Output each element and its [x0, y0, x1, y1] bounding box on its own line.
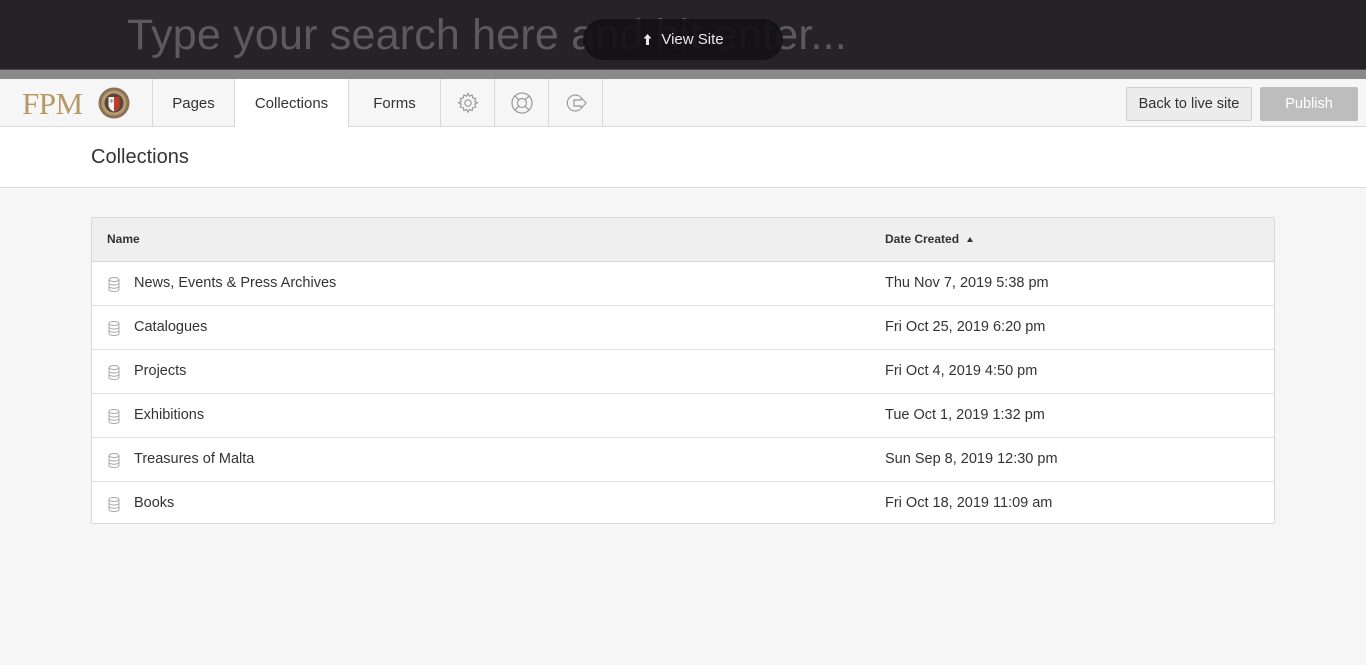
table-row[interactable]: Exhibitions Tue Oct 1, 2019 1:32 pm	[92, 394, 1274, 438]
view-site-button[interactable]: View Site	[583, 19, 783, 60]
date-created: Fri Oct 4, 2019 4:50 pm	[885, 363, 1038, 379]
collection-name-link[interactable]: Books	[134, 495, 174, 511]
settings-button[interactable]	[441, 79, 495, 127]
database-icon	[108, 277, 120, 292]
table-row[interactable]: Projects Fri Oct 4, 2019 4:50 pm	[92, 350, 1274, 394]
arrow-up-icon	[643, 34, 652, 45]
collection-name-link[interactable]: Treasures of Malta	[134, 451, 254, 467]
logout-icon	[566, 94, 587, 112]
date-created: Fri Oct 18, 2019 11:09 am	[885, 495, 1053, 511]
column-header-label: Date Created	[885, 232, 960, 246]
column-header-name[interactable]: Name	[107, 232, 140, 246]
date-created: Sun Sep 8, 2019 12:30 pm	[885, 451, 1058, 467]
logo[interactable]: FPM	[0, 79, 153, 127]
page-title: Collections	[91, 146, 189, 168]
date-created: Thu Nov 7, 2019 5:38 pm	[885, 275, 1049, 291]
date-created: Tue Oct 1, 2019 1:32 pm	[885, 407, 1045, 423]
database-icon	[108, 497, 120, 512]
logout-button[interactable]	[549, 79, 603, 127]
tab-forms[interactable]: Forms	[349, 79, 441, 127]
help-button[interactable]	[495, 79, 549, 127]
tab-collections[interactable]: Collections	[235, 79, 349, 128]
gear-icon	[456, 92, 479, 114]
table-row[interactable]: Treasures of Malta Sun Sep 8, 2019 12:30…	[92, 438, 1274, 482]
back-to-live-site-button[interactable]: Back to live site	[1126, 87, 1252, 121]
lifebuoy-icon	[510, 92, 533, 114]
tab-label: Collections	[254, 95, 329, 112]
collection-name-link[interactable]: Projects	[134, 363, 186, 379]
collection-name-link[interactable]: News, Events & Press Archives	[134, 275, 336, 291]
table-row[interactable]: Catalogues Fri Oct 25, 2019 6:20 pm	[92, 306, 1274, 350]
date-created: Fri Oct 25, 2019 6:20 pm	[885, 319, 1046, 335]
tab-pages[interactable]: Pages	[153, 79, 235, 127]
collection-name-link[interactable]: Catalogues	[134, 319, 207, 335]
tab-label: Forms	[373, 94, 416, 112]
table-row[interactable]: Books Fri Oct 18, 2019 11:09 am	[92, 482, 1274, 523]
logo-seal-icon	[98, 87, 130, 119]
database-icon	[108, 365, 120, 380]
publish-button[interactable]: Publish	[1260, 87, 1358, 121]
logo-text: FPM	[22, 86, 83, 121]
search-bar[interactable]: Type your search here and hit enter... V…	[0, 0, 1366, 70]
view-site-label: View Site	[661, 31, 724, 48]
column-header-label: Name	[107, 232, 140, 246]
page-header: Collections	[0, 127, 1366, 188]
database-icon	[108, 321, 120, 336]
top-navbar: FPM Pages Collections Forms Back to live…	[0, 79, 1366, 128]
tab-label: Pages	[172, 94, 215, 112]
column-header-date-created[interactable]: Date Created	[885, 232, 974, 246]
table-header: Name Date Created	[92, 218, 1274, 262]
collection-name-link[interactable]: Exhibitions	[134, 407, 204, 423]
sort-ascending-icon	[967, 237, 974, 242]
table-row[interactable]: News, Events & Press Archives Thu Nov 7,…	[92, 262, 1274, 306]
database-icon	[108, 409, 120, 424]
collections-table: Name Date Created News, Events & Press A…	[91, 217, 1275, 524]
database-icon	[108, 453, 120, 468]
divider-strip	[0, 70, 1366, 79]
